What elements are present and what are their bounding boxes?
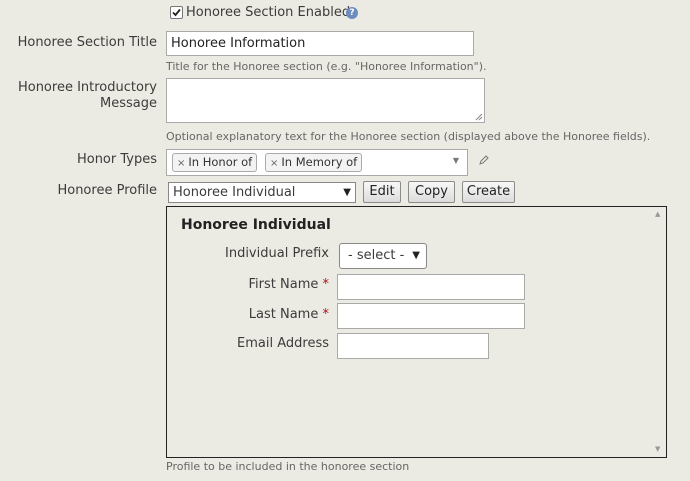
title-help: Title for the Honoree section (e.g. "Hon…: [166, 60, 487, 73]
profile-select[interactable]: Honoree Individual ▼: [168, 182, 356, 203]
first-name-input[interactable]: [337, 274, 525, 300]
chevron-down-icon: ▼: [412, 250, 420, 261]
intro-textarea[interactable]: [166, 78, 485, 123]
copy-profile-button[interactable]: Copy: [408, 181, 455, 203]
intro-label: Honoree Introductory Message: [0, 80, 157, 112]
question-circle-icon[interactable]: ?: [346, 7, 358, 19]
dropdown-arrow-icon[interactable]: ▼: [453, 156, 459, 165]
last-name-input[interactable]: [337, 303, 525, 329]
edit-profile-button[interactable]: Edit: [363, 181, 401, 203]
profile-label: Honoree Profile: [57, 183, 157, 198]
create-profile-button[interactable]: Create: [462, 181, 515, 203]
first-name-label: First Name *: [167, 277, 329, 292]
honor-type-chip[interactable]: × In Honor of: [172, 153, 258, 172]
required-marker: *: [322, 307, 330, 322]
first-name-label-text: First Name: [248, 277, 319, 292]
enabled-checkbox[interactable]: [170, 6, 183, 19]
last-name-label-text: Last Name: [248, 307, 319, 322]
preview-scrollbar[interactable]: ▲ ▼: [650, 207, 666, 457]
pencil-icon[interactable]: [479, 155, 489, 165]
honor-type-chip-label: In Memory of: [281, 155, 358, 169]
scroll-down-icon[interactable]: ▼: [655, 445, 660, 453]
prefix-select[interactable]: - select - ▼: [339, 243, 427, 269]
prefix-label: Individual Prefix: [225, 246, 329, 261]
honor-types-multiselect[interactable]: × In Honor of × In Memory of ▼: [166, 149, 468, 176]
resize-handle-icon[interactable]: [475, 113, 483, 121]
required-marker: *: [322, 277, 330, 292]
scroll-up-icon[interactable]: ▲: [655, 210, 660, 218]
last-name-label: Last Name *: [167, 307, 329, 322]
intro-help: Optional explanatory text for the Honore…: [166, 130, 651, 143]
chevron-down-icon: ▼: [343, 187, 351, 198]
remove-chip-icon[interactable]: ×: [270, 158, 278, 169]
remove-chip-icon[interactable]: ×: [177, 158, 185, 169]
intro-label-line1: Honoree Introductory: [17, 80, 157, 95]
honor-type-chip-label: In Honor of: [188, 155, 253, 169]
honor-type-chip[interactable]: × In Memory of: [265, 153, 363, 172]
profile-preview-panel: Honoree Individual Individual Prefix - s…: [166, 206, 667, 458]
profile-select-value: Honoree Individual: [173, 185, 296, 200]
title-label: Honoree Section Title: [17, 35, 157, 50]
enabled-label[interactable]: Honoree Section Enabled: [186, 5, 350, 21]
intro-label-line2: Message: [100, 96, 157, 111]
preview-heading: Honoree Individual: [181, 217, 331, 233]
title-input[interactable]: [166, 31, 474, 56]
checkmark-icon: [172, 8, 181, 17]
honor-types-label: Honor Types: [76, 152, 157, 167]
email-input[interactable]: [337, 333, 489, 359]
profile-help: Profile to be included in the honoree se…: [166, 460, 410, 473]
email-label: Email Address: [237, 336, 329, 351]
prefix-select-value: - select -: [348, 248, 405, 263]
